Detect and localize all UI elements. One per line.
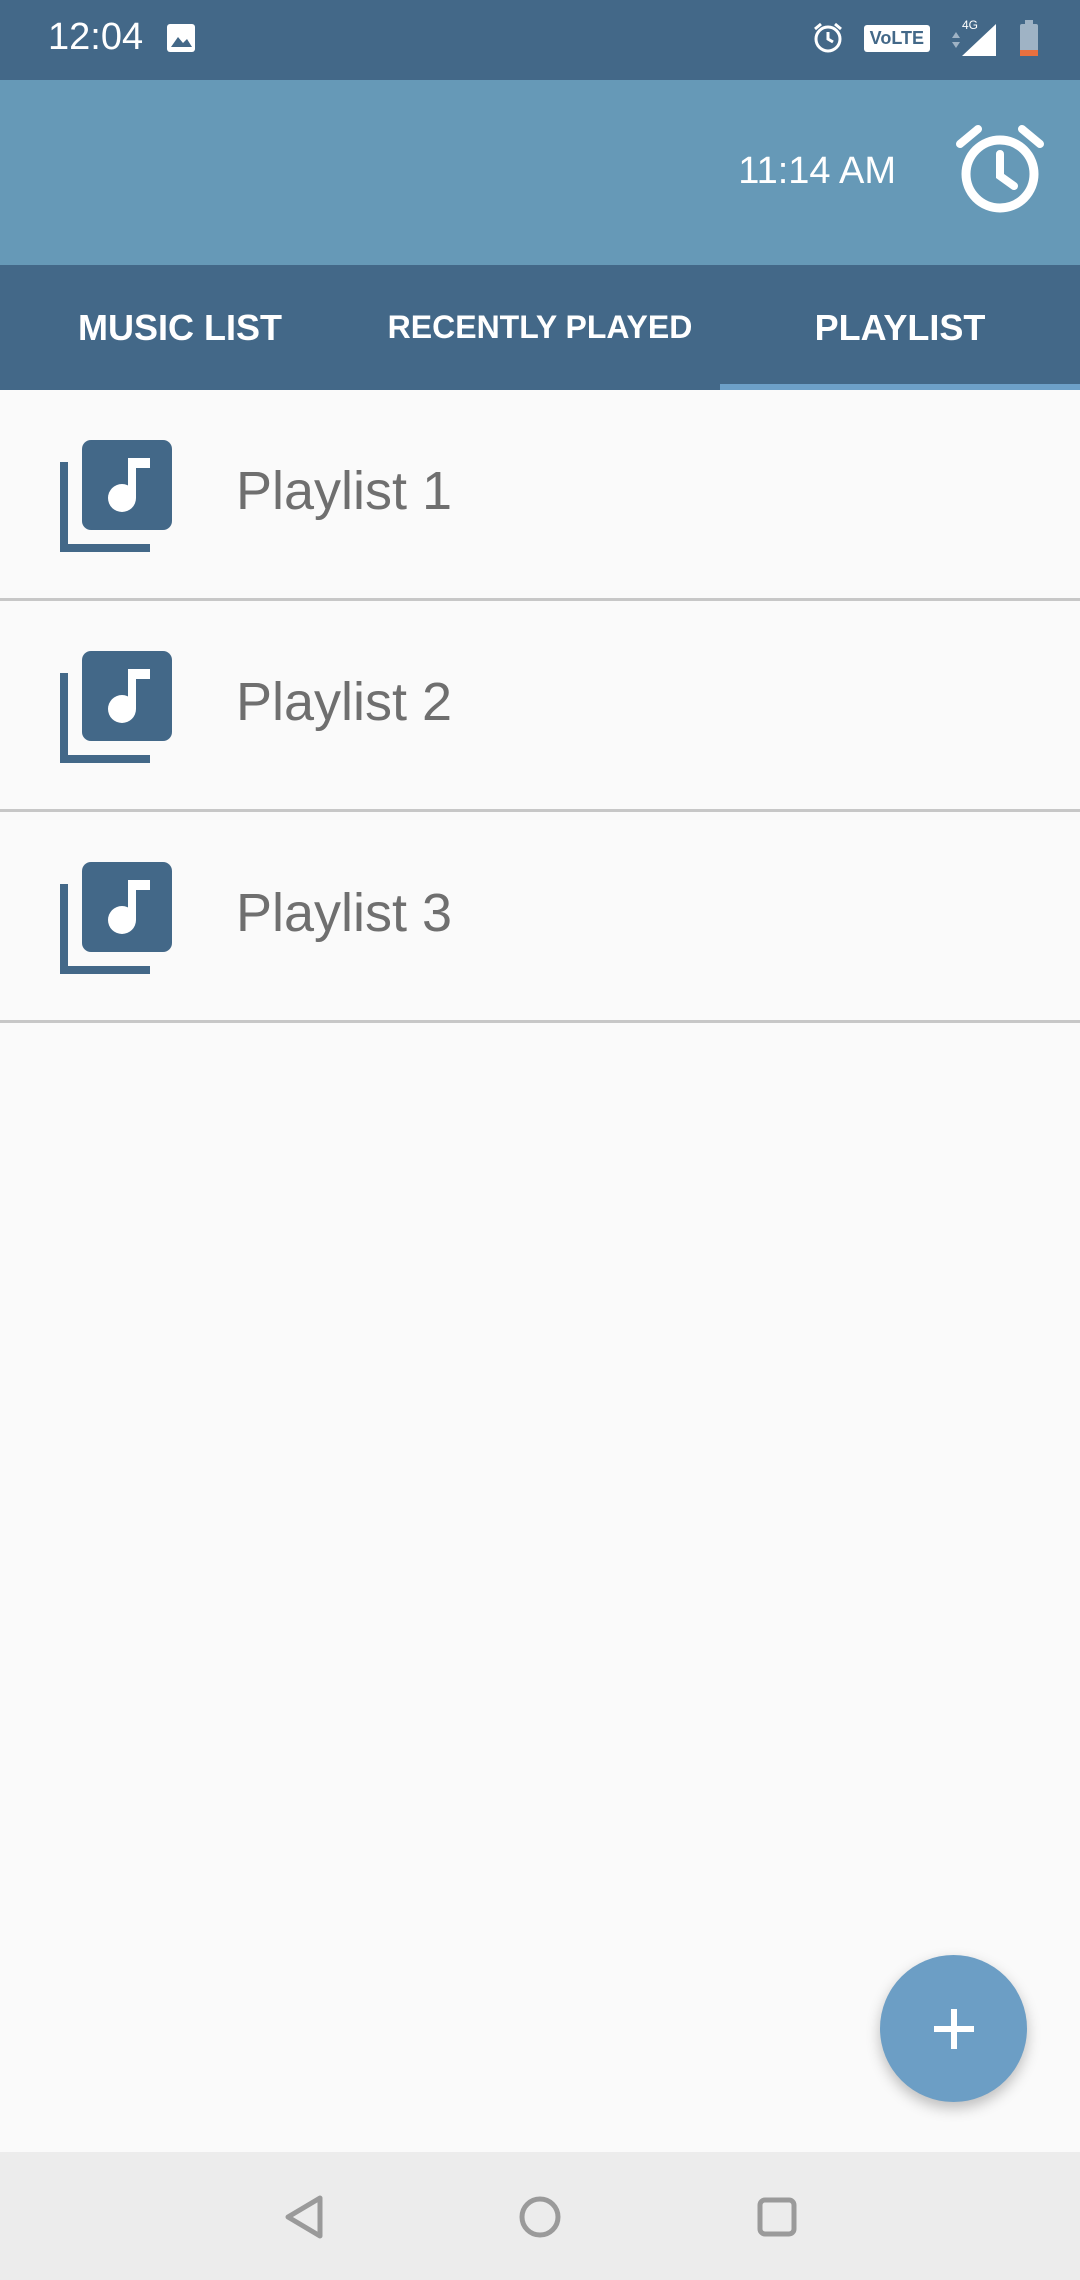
signal-icon: 4G <box>952 18 996 56</box>
tab-label: PLAYLIST <box>814 306 986 348</box>
library-music-icon <box>60 862 172 974</box>
status-time: 12:04 <box>48 16 144 58</box>
playlist-item-1[interactable]: Playlist 1 <box>0 390 1080 601</box>
playlist-item-2[interactable]: Playlist 2 <box>0 601 1080 812</box>
tab-music-list[interactable]: MUSIC LIST <box>0 265 360 390</box>
tab-label: RECENTLY PLAYED <box>387 309 693 345</box>
image-icon <box>167 24 195 52</box>
playlist-list: Playlist 1 Playlist 2 Playlist 3 <box>0 390 1080 1023</box>
tab-bar: MUSIC LIST RECENTLY PLAYED PLAYLIST <box>0 265 1080 390</box>
alarm-icon <box>813 22 842 53</box>
playlist-label: Playlist 3 <box>236 883 453 943</box>
app-bar: 11:14 AM <box>0 80 1080 265</box>
playlist-item-3[interactable]: Playlist 3 <box>0 812 1080 1023</box>
playlist-label: Playlist 2 <box>236 672 453 732</box>
add-playlist-button[interactable] <box>880 1955 1027 2102</box>
library-music-icon <box>60 440 172 552</box>
battery-icon <box>1020 20 1038 56</box>
home-icon[interactable] <box>515 2192 565 2242</box>
system-nav-bar <box>0 2152 1080 2280</box>
alarm-clock-icon[interactable] <box>954 124 1046 216</box>
network-type-label: 4G <box>962 18 978 32</box>
status-icons: VoLTE 4G <box>810 18 1040 58</box>
plus-icon <box>933 2008 974 2049</box>
status-bar: 12:04 VoLTE 4G <box>0 0 1080 80</box>
playlist-label: Playlist 1 <box>236 461 453 521</box>
tab-playlist[interactable]: PLAYLIST <box>720 265 1080 390</box>
volte-icon: VoLTE <box>863 24 930 52</box>
tab-recently-played[interactable]: RECENTLY PLAYED <box>360 265 720 390</box>
alarm-time-label: 11:14 AM <box>738 150 896 192</box>
tab-label: MUSIC LIST <box>78 306 282 348</box>
recents-icon[interactable] <box>752 2192 802 2242</box>
library-music-icon <box>60 651 172 763</box>
back-icon[interactable] <box>280 2192 330 2242</box>
